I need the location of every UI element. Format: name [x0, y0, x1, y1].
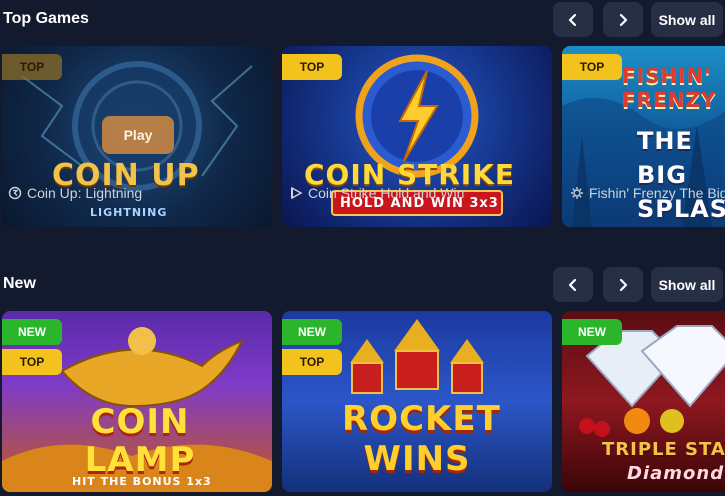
- provider-logo-icon: [8, 186, 22, 200]
- chevron-right-icon: [619, 13, 628, 26]
- game-logo-text: FISHIN' FRENZY: [622, 64, 717, 112]
- top-badge: TOP: [2, 349, 62, 375]
- show-all-button[interactable]: Show all: [651, 2, 723, 37]
- game-logo-subtext: HIT THE BONUS 1x3: [72, 475, 212, 488]
- game-logo-subtext: THE BIG SPLASH: [637, 127, 725, 223]
- prev-button[interactable]: [553, 267, 593, 302]
- chevron-right-icon: [619, 278, 628, 291]
- chevron-left-icon: [568, 13, 577, 26]
- game-logo-text: TRIPLE STAR: [602, 439, 725, 460]
- game-title: Coin Up: Lightning: [27, 185, 143, 201]
- game-logo-text: COIN LAMP: [84, 402, 196, 480]
- top-badge: TOP: [282, 54, 342, 80]
- next-button[interactable]: [603, 2, 643, 37]
- show-all-button[interactable]: Show all: [651, 267, 723, 302]
- game-caption[interactable]: Coin Up: Lightning: [8, 185, 278, 201]
- play-triangle-icon: [291, 186, 303, 200]
- game-card-triple-star-diamond[interactable]: TRIPLE STAR Diamond NEW: [562, 311, 725, 492]
- new-games-section: New Show all COIN LAMP HIT THE BONUS 1x3…: [0, 265, 725, 496]
- play-button[interactable]: Play: [102, 116, 174, 154]
- game-title: Coin Strike Hold and Win: [308, 185, 465, 201]
- game-logo-text: ROCKET WINS: [342, 399, 501, 479]
- prev-button[interactable]: [553, 2, 593, 37]
- new-badge: NEW: [282, 319, 342, 345]
- top-badge: TOP: [282, 349, 342, 375]
- section-title: Top Games: [3, 10, 89, 27]
- top-badge: TOP: [562, 54, 622, 80]
- new-badge: NEW: [562, 319, 622, 345]
- game-card-rocket-wins[interactable]: ROCKET WINS NEW TOP: [282, 311, 552, 492]
- game-logo-subtext: LIGHTNING: [90, 206, 168, 219]
- gear-icon: [571, 187, 583, 199]
- game-caption[interactable]: Coin Strike Hold and Win: [289, 185, 559, 201]
- next-button[interactable]: [603, 267, 643, 302]
- game-card-coin-lamp[interactable]: COIN LAMP HIT THE BONUS 1x3 NEW TOP: [2, 311, 272, 492]
- top-games-section: Top Games Show all COIN UP LIGHTNING TOP…: [0, 0, 725, 265]
- new-badge: NEW: [2, 319, 62, 345]
- chevron-left-icon: [568, 278, 577, 291]
- game-title: Fishin' Frenzy The Big Splash: [589, 185, 725, 201]
- game-logo-subtext: Diamond: [627, 463, 725, 484]
- top-badge: TOP: [2, 54, 62, 80]
- game-caption[interactable]: Fishin' Frenzy The Big Splash: [570, 185, 725, 201]
- section-title: New: [3, 275, 36, 292]
